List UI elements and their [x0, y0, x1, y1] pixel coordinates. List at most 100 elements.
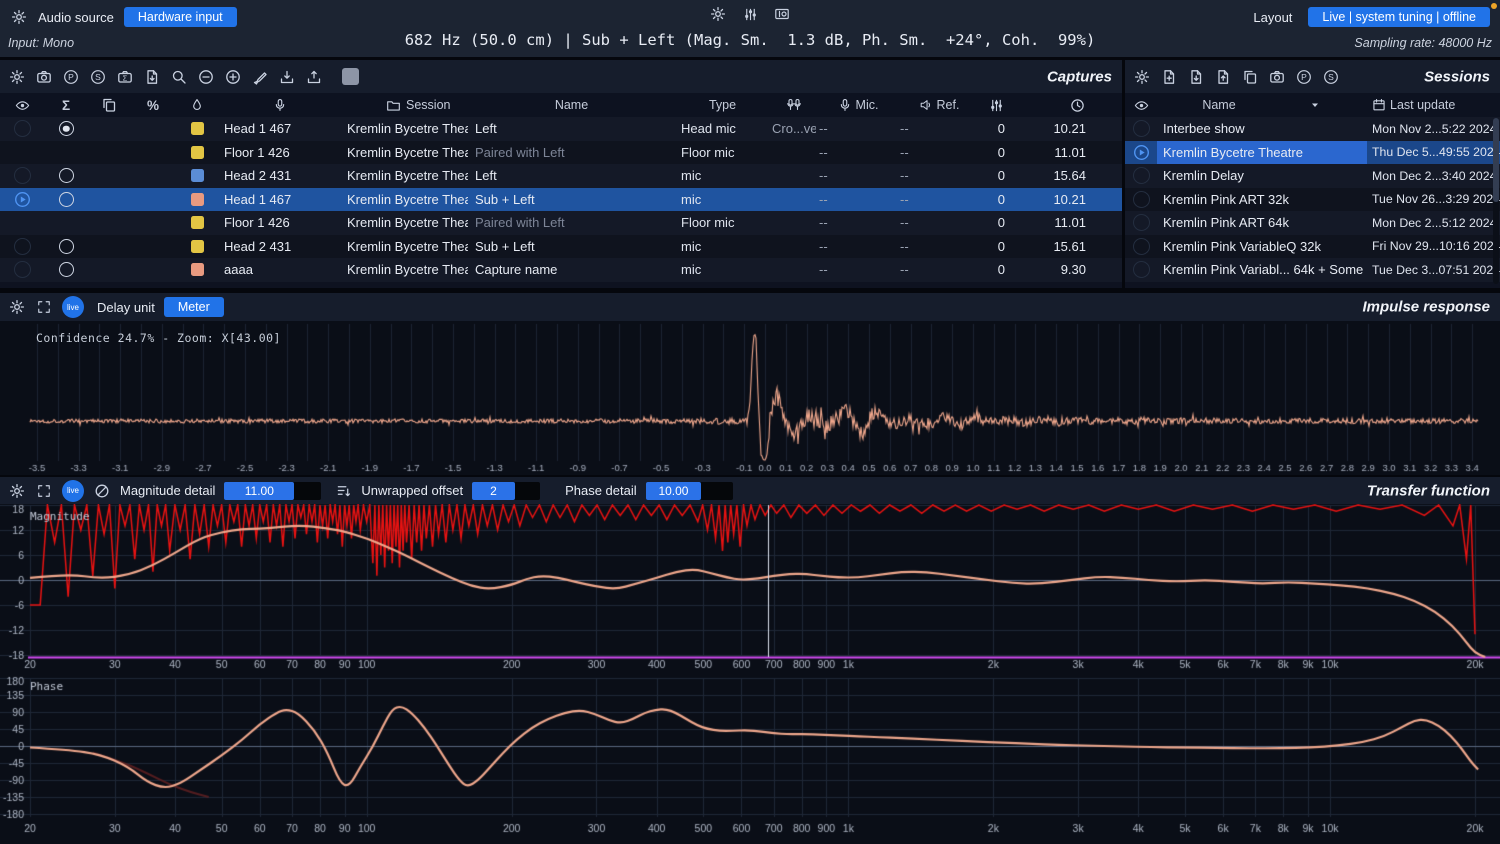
- play-icon[interactable]: [13, 190, 31, 208]
- session-play-cell[interactable]: [1125, 211, 1157, 235]
- capture-play-cell[interactable]: [0, 117, 44, 141]
- play-slot-icon[interactable]: [14, 261, 31, 278]
- store-capture-icon[interactable]: [35, 68, 53, 86]
- zoom-in-icon[interactable]: [224, 68, 242, 86]
- impulse-settings-icon[interactable]: [8, 298, 26, 316]
- session-play-cell[interactable]: [1125, 141, 1157, 165]
- col-ref[interactable]: Ref.: [897, 93, 978, 117]
- capture-color-picker[interactable]: [342, 68, 359, 85]
- session-import-icon[interactable]: [1187, 68, 1205, 86]
- play-slot-icon[interactable]: [1133, 167, 1150, 184]
- capture-sum-cell[interactable]: [44, 164, 88, 188]
- capture-row[interactable]: Head 1 467Kremlin Bycetre TheatreSub + L…: [0, 188, 1122, 212]
- col-time[interactable]: [1018, 93, 1102, 117]
- capture-color-cell[interactable]: [176, 188, 218, 212]
- session-export-icon[interactable]: [1214, 68, 1232, 86]
- play-slot-icon[interactable]: [14, 120, 31, 137]
- play-slot-icon[interactable]: [1133, 120, 1150, 137]
- capture-play-cell[interactable]: [0, 258, 44, 282]
- capture-color-swatch[interactable]: [191, 169, 204, 182]
- capture-color-swatch[interactable]: [191, 240, 204, 253]
- new-session-icon[interactable]: [1160, 68, 1178, 86]
- magnitude-plot[interactable]: [0, 504, 1500, 676]
- transfer-settings-icon[interactable]: [8, 482, 26, 500]
- session-play-cell[interactable]: [1125, 258, 1157, 282]
- capture-row[interactable]: Floor 1 426Kremlin Bycetre TheatrePaired…: [0, 141, 1122, 165]
- capture-color-cell[interactable]: [176, 141, 218, 165]
- col-gain[interactable]: [978, 93, 1018, 117]
- capture-row[interactable]: Head 2 431Kremlin Bycetre TheatreSub + L…: [0, 235, 1122, 259]
- sum-capture-icon[interactable]: Σ: [116, 68, 134, 86]
- generator-settings-icon[interactable]: [709, 5, 727, 23]
- meter-button[interactable]: Meter: [164, 297, 224, 317]
- session-play-cell[interactable]: [1125, 164, 1157, 188]
- capture-color-swatch[interactable]: [191, 193, 204, 206]
- capture-color-swatch[interactable]: [191, 122, 204, 135]
- smoothing-icon[interactable]: S: [89, 68, 107, 86]
- session-capture-icon[interactable]: [1268, 68, 1286, 86]
- capture-color-cell[interactable]: [176, 235, 218, 259]
- io-routing-icon[interactable]: [773, 5, 791, 23]
- captures-settings-icon[interactable]: [8, 68, 26, 86]
- capture-play-cell[interactable]: [0, 164, 44, 188]
- sum-radio[interactable]: [59, 192, 74, 207]
- capture-color-cell[interactable]: [176, 258, 218, 282]
- capture-color-cell[interactable]: [176, 211, 218, 235]
- col-session-visibility[interactable]: [1125, 93, 1157, 117]
- capture-sum-cell[interactable]: [44, 141, 88, 165]
- live-toggle[interactable]: live: [62, 296, 84, 318]
- fullscreen-icon[interactable]: [35, 482, 53, 500]
- session-play-cell[interactable]: [1125, 188, 1157, 212]
- col-last-update[interactable]: Last update: [1367, 93, 1500, 117]
- capture-color-swatch[interactable]: [191, 263, 204, 276]
- col-session[interactable]: Session: [342, 93, 468, 117]
- mixer-icon[interactable]: [741, 5, 759, 23]
- capture-play-cell[interactable]: [0, 211, 44, 235]
- capture-row[interactable]: Floor 1 426Kremlin Bycetre TheatrePaired…: [0, 211, 1122, 235]
- capture-play-cell[interactable]: [0, 188, 44, 212]
- col-type[interactable]: Type: [675, 93, 770, 117]
- session-play-cell[interactable]: [1125, 117, 1157, 141]
- fullscreen-icon[interactable]: [35, 298, 53, 316]
- sum-radio[interactable]: [59, 121, 74, 136]
- play-icon[interactable]: [1132, 143, 1150, 161]
- capture-color-swatch[interactable]: [191, 216, 204, 229]
- phase-detail-slider[interactable]: 10.00: [646, 482, 733, 500]
- play-slot-icon[interactable]: [1133, 261, 1150, 278]
- col-percent[interactable]: %: [130, 93, 176, 117]
- capture-row[interactable]: aaaaKremlin Bycetre TheatreCapture namem…: [0, 258, 1122, 282]
- phase-plot[interactable]: [0, 676, 1500, 844]
- scrollbar-thumb[interactable]: [1493, 118, 1499, 202]
- play-slot-icon[interactable]: [1133, 191, 1150, 208]
- col-group[interactable]: [88, 93, 130, 117]
- session-polarity-icon[interactable]: P: [1295, 68, 1313, 86]
- capture-sum-cell[interactable]: [44, 117, 88, 141]
- polarity-icon[interactable]: P: [62, 68, 80, 86]
- session-row[interactable]: Interbee showMon Nov 2...5:22 2024: [1125, 117, 1500, 141]
- import-icon[interactable]: [278, 68, 296, 86]
- capture-sum-cell[interactable]: [44, 188, 88, 212]
- sessions-scrollbar[interactable]: [1493, 118, 1499, 284]
- live-toggle[interactable]: live: [62, 480, 84, 502]
- filter-icon[interactable]: [334, 482, 352, 500]
- session-play-cell[interactable]: [1125, 235, 1157, 259]
- session-row[interactable]: Kremlin Pink VariableQ 32kFri Nov 29...1…: [1125, 235, 1500, 259]
- live-mode-button[interactable]: Live | system tuning | offline: [1308, 7, 1490, 27]
- phase-toggle-icon[interactable]: [93, 482, 111, 500]
- session-row[interactable]: Kremlin Pink ART 64kMon Dec 2...5:12 202…: [1125, 211, 1500, 235]
- capture-row[interactable]: Head 1 467Kremlin Bycetre TheatreLeftHea…: [0, 117, 1122, 141]
- play-slot-icon[interactable]: [1133, 238, 1150, 255]
- export-icon[interactable]: [305, 68, 323, 86]
- capture-play-cell[interactable]: [0, 235, 44, 259]
- magnitude-detail-slider[interactable]: 11.00: [224, 482, 321, 500]
- session-smoothing-icon[interactable]: S: [1322, 68, 1340, 86]
- sum-radio[interactable]: [59, 168, 74, 183]
- zoom-out-icon[interactable]: [197, 68, 215, 86]
- play-slot-icon[interactable]: [14, 238, 31, 255]
- session-row[interactable]: Kremlin DelayMon Dec 2...3:40 2024: [1125, 164, 1500, 188]
- sum-radio[interactable]: [59, 262, 74, 277]
- capture-color-cell[interactable]: [176, 164, 218, 188]
- capture-color-cell[interactable]: [176, 117, 218, 141]
- capture-row[interactable]: Head 2 431Kremlin Bycetre TheatreLeftmic…: [0, 164, 1122, 188]
- capture-color-swatch[interactable]: [191, 146, 204, 159]
